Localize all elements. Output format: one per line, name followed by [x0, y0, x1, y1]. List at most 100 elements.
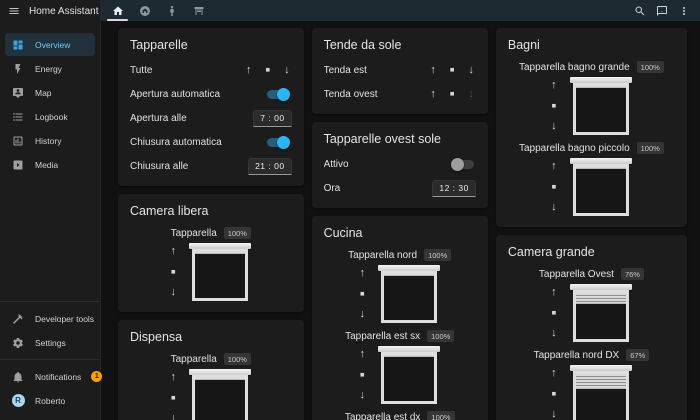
stop-cover-button[interactable]: ■: [450, 90, 455, 98]
open-cover-button[interactable]: ↑: [430, 65, 436, 76]
close-cover-button[interactable]: ↓: [359, 309, 365, 320]
sidebar-item-user[interactable]: RRoberto: [5, 389, 95, 412]
stop-cover-button[interactable]: ■: [552, 309, 557, 317]
tab-home[interactable]: [104, 0, 131, 21]
cover-name[interactable]: Tapparella Ovest: [539, 269, 614, 280]
menu-icon[interactable]: [8, 5, 20, 17]
shutter-graphic[interactable]: [378, 265, 440, 323]
cover-label: Tapparella bagno grande100%: [508, 61, 675, 73]
cover-name[interactable]: Tapparella: [171, 228, 217, 239]
toggle-switch[interactable]: [267, 138, 290, 147]
shutter-frame: [573, 164, 629, 216]
shutter-graphic[interactable]: [570, 77, 632, 135]
close-cover-button[interactable]: ↓: [468, 89, 474, 100]
close-cover-button[interactable]: ↓: [171, 413, 177, 420]
entity-name[interactable]: Apertura alle: [130, 113, 253, 124]
entity-row-ora: Ora12 : 30: [324, 179, 476, 197]
time-input[interactable]: 12 : 30: [432, 180, 476, 197]
open-cover-button[interactable]: ↑: [551, 80, 557, 91]
sidebar-item-media[interactable]: Media: [5, 153, 95, 176]
entity-name[interactable]: Ora: [324, 183, 433, 194]
sidebar-item-map[interactable]: Map: [5, 81, 95, 104]
close-cover-button[interactable]: ↓: [468, 65, 474, 76]
sidebar-item-overview[interactable]: Overview: [5, 33, 95, 56]
shutter-frame: [381, 271, 437, 323]
stop-cover-button[interactable]: ■: [360, 371, 365, 379]
card-title: Camera libera: [130, 204, 292, 218]
cover-label: Tapparella est sx100%: [324, 330, 476, 342]
stop-cover-button[interactable]: ■: [171, 394, 176, 402]
cover-name[interactable]: Tapparella est sx: [345, 331, 420, 342]
sidebar-item-developer-tools[interactable]: Developer tools: [5, 307, 95, 330]
stop-cover-button[interactable]: ■: [171, 268, 176, 276]
cover-body: ↑ ■ ↓: [508, 77, 675, 135]
close-cover-button[interactable]: ↓: [551, 409, 557, 420]
open-cover-button[interactable]: ↑: [551, 368, 557, 379]
sidebar-item-logbook[interactable]: Logbook: [5, 105, 95, 128]
open-cover-button[interactable]: ↑: [359, 268, 365, 279]
close-cover-button[interactable]: ↓: [551, 121, 557, 132]
overflow-menu-button[interactable]: [673, 0, 695, 21]
cover-name[interactable]: Tapparella nord DX: [534, 350, 620, 361]
shutter-graphic[interactable]: [570, 365, 632, 420]
open-cover-button[interactable]: ↑: [171, 372, 177, 383]
close-cover-button[interactable]: ↓: [551, 202, 557, 213]
cover-buttons: ↑ ■ ↓: [171, 246, 177, 298]
entity-row-tenda-est: Tenda est↑ ■ ↓: [324, 61, 476, 79]
open-cover-button[interactable]: ↑: [551, 161, 557, 172]
toggle-switch[interactable]: [267, 90, 290, 99]
entity-name[interactable]: Attivo: [324, 159, 451, 170]
cover-name[interactable]: Tapparella bagno grande: [519, 62, 630, 73]
stop-cover-button[interactable]: ■: [552, 183, 557, 191]
open-cover-button[interactable]: ↑: [246, 65, 252, 76]
tab-person[interactable]: [158, 0, 185, 21]
cover-position-badge: 100%: [224, 227, 251, 239]
entity-name[interactable]: Tenda est: [324, 65, 431, 76]
shutter-graphic[interactable]: [570, 158, 632, 216]
open-cover-button[interactable]: ↑: [359, 349, 365, 360]
shutter-slats: [576, 293, 626, 304]
cover-name[interactable]: Tapparella nord: [348, 250, 417, 261]
stop-cover-button[interactable]: ■: [450, 66, 455, 74]
search-button[interactable]: [629, 0, 651, 21]
stop-cover-button[interactable]: ■: [552, 102, 557, 110]
sidebar-item-settings[interactable]: Settings: [5, 331, 95, 354]
stop-cover-button[interactable]: ■: [552, 390, 557, 398]
cover-name[interactable]: Tapparella est dx: [345, 412, 421, 420]
sidebar-item-label: Developer tools: [35, 314, 94, 324]
sidebar-item-history[interactable]: History: [5, 129, 95, 152]
hammer-icon: [11, 313, 25, 325]
chart-icon: [11, 135, 25, 147]
sidebar-item-energy[interactable]: Energy: [5, 57, 95, 80]
toggle-switch[interactable]: [451, 160, 474, 169]
entity-name[interactable]: Tenda ovest: [324, 89, 431, 100]
shutter-graphic[interactable]: [570, 284, 632, 342]
stop-cover-button[interactable]: ■: [360, 290, 365, 298]
shutter-frame: [192, 249, 248, 301]
close-cover-button[interactable]: ↓: [284, 65, 290, 76]
close-cover-button[interactable]: ↓: [171, 287, 177, 298]
shutter-graphic[interactable]: [189, 369, 251, 420]
tab-home-circle[interactable]: [131, 0, 158, 21]
entity-name[interactable]: Chiusura alle: [130, 161, 248, 172]
cover-name[interactable]: Tapparella bagno piccolo: [519, 143, 630, 154]
open-cover-button[interactable]: ↑: [430, 89, 436, 100]
open-cover-button[interactable]: ↑: [551, 287, 557, 298]
cover-name[interactable]: Tapparella: [171, 354, 217, 365]
card-title: Camera grande: [508, 245, 675, 259]
time-input[interactable]: 7 : 00: [253, 110, 291, 127]
shutter-graphic[interactable]: [189, 243, 251, 301]
close-cover-button[interactable]: ↓: [359, 390, 365, 401]
entity-name[interactable]: Chiusura automatica: [130, 137, 267, 148]
time-input[interactable]: 21 : 00: [248, 158, 292, 175]
sidebar-item-notifications[interactable]: Notifications1: [5, 365, 95, 388]
entity-name[interactable]: Apertura automatica: [130, 89, 267, 100]
shutter-graphic[interactable]: [378, 346, 440, 404]
tab-shutters[interactable]: [185, 0, 212, 21]
stop-cover-button[interactable]: ■: [266, 66, 271, 74]
assist-button[interactable]: [651, 0, 673, 21]
close-cover-button[interactable]: ↓: [551, 328, 557, 339]
open-cover-button[interactable]: ↑: [171, 246, 177, 257]
cover-tapparella-bagno-piccolo: Tapparella bagno piccolo100%↑■↓: [508, 142, 675, 216]
entity-name[interactable]: Tutte: [130, 65, 246, 76]
